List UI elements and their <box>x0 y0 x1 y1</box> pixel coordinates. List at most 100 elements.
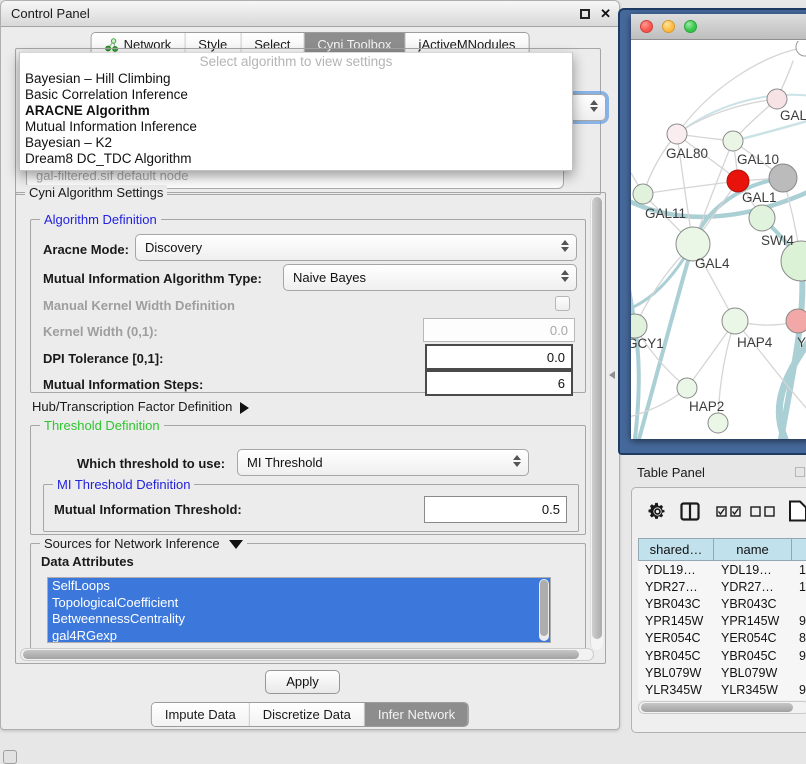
network-node-y[interactable] <box>786 309 806 333</box>
combo-arrows-icon <box>590 100 598 112</box>
network-node-gal11[interactable] <box>633 184 653 204</box>
tab-label: Impute Data <box>165 707 236 722</box>
table-row[interactable]: YBR045CYBR045C9. <box>638 647 806 664</box>
network-node[interactable] <box>796 41 806 56</box>
tab-label: Discretize Data <box>263 707 351 722</box>
network-node-gal[interactable] <box>767 89 787 109</box>
network-node-hap4[interactable] <box>722 308 748 334</box>
table-cell: 8. <box>792 631 806 645</box>
network-node-gal10[interactable] <box>723 131 743 151</box>
attribute-item-betweennesscentrality[interactable]: BetweennessCentrality <box>48 611 550 628</box>
column-header-a[interactable]: A <box>792 538 806 561</box>
unchecked-boxes-icon[interactable] <box>750 506 776 517</box>
table-cell: 9. <box>792 683 806 697</box>
zoom-traffic-light[interactable] <box>684 20 697 33</box>
column-header-name[interactable]: name <box>714 538 792 561</box>
control-panel-window: Control Panel ✕ NetworkStyleSelectCyni T… <box>0 0 620 730</box>
node-label-gal80: GAL80 <box>666 146 708 161</box>
table-row[interactable]: YDL19…YDL19…13 <box>638 561 806 578</box>
table-cell: YBL079W <box>714 666 792 680</box>
sources-title[interactable]: Sources for Network Inference <box>40 536 247 551</box>
expand-arrow-icon <box>240 402 249 414</box>
algorithm-option-basic-correlation-inference[interactable]: Basic Correlation Inference <box>20 87 572 103</box>
table-panel-float-icon[interactable] <box>795 467 805 477</box>
algorithm-option-bayesian-hill-climbing[interactable]: Bayesian – Hill Climbing <box>20 71 572 87</box>
tab-impute-data[interactable]: Impute Data <box>152 703 250 726</box>
table-row[interactable]: YER054CYER054C8. <box>638 630 806 647</box>
aracne-mode-combo[interactable]: Discovery <box>135 234 577 261</box>
gear-icon[interactable] <box>648 502 667 521</box>
tab-discretize-data[interactable]: Discretize Data <box>250 703 365 726</box>
table-row[interactable]: YBR043CYBR043C <box>638 595 806 612</box>
network-graph-canvas[interactable]: GALGAL80GAL10GAL1GAL11SWI4GAL4GCY1HAP4YH… <box>631 41 806 439</box>
table-row[interactable]: YDR27…YDR27…12 <box>638 578 806 595</box>
node-label-gal10: GAL10 <box>737 152 779 167</box>
attribute-item-topologicalcoefficient[interactable]: TopologicalCoefficient <box>48 595 550 612</box>
hub-definition-expander[interactable]: Hub/Transcription Factor Definition <box>32 399 249 414</box>
network-node-gcy1[interactable] <box>631 314 647 338</box>
control-panel-titlebar[interactable]: Control Panel ✕ <box>1 1 619 27</box>
network-node[interactable] <box>708 413 728 433</box>
apply-button[interactable]: Apply <box>265 670 340 694</box>
table-panel: shared…nameA YDL19…YDL19…13YDR27…YDR27…1… <box>631 487 806 733</box>
sources-groupbox: Sources for Network Inference Data Attri… <box>30 543 586 655</box>
network-node[interactable] <box>769 164 797 192</box>
table-row[interactable]: YBL079WYBL079W <box>638 664 806 681</box>
aracne-mode-value: Discovery <box>145 240 202 255</box>
table-cell: YDR27… <box>638 580 714 594</box>
which-threshold-label: Which threshold to use: <box>77 456 225 471</box>
algorithm-option-dream8-dc-tdc-algorithm[interactable]: Dream8 DC_TDC Algorithm <box>20 151 572 167</box>
network-node-gal80[interactable] <box>667 124 687 144</box>
settings-horizontal-scrollbar[interactable] <box>20 648 594 661</box>
mi-type-value: Naive Bayes <box>293 270 366 285</box>
table-row[interactable]: YPR145WYPR145W9. <box>638 613 806 630</box>
network-node-swi4[interactable] <box>749 205 775 231</box>
table-body: YDL19…YDL19…13YDR27…YDR27…12YBR043CYBR04… <box>638 561 806 700</box>
algorithm-option-bayesian-k2[interactable]: Bayesian – K2 <box>20 135 572 151</box>
network-node-hap2[interactable] <box>677 378 697 398</box>
network-window-titlebar[interactable] <box>631 14 806 40</box>
algorithm-option-mutual-information-inference[interactable]: Mutual Information Inference <box>20 119 572 135</box>
algorithm-option-list: Bayesian – Hill ClimbingBasic Correlatio… <box>20 71 572 167</box>
which-threshold-combo[interactable]: MI Threshold <box>237 449 529 476</box>
network-view-inner-window: GALGAL80GAL10GAL1GAL11SWI4GAL4GCY1HAP4YH… <box>631 14 806 439</box>
kernel-width-field[interactable]: 0.0 <box>423 318 575 342</box>
table-row[interactable]: YLR345WYLR345W9. <box>638 681 806 698</box>
dpi-tolerance-label: DPI Tolerance [0,1]: <box>43 351 163 366</box>
table-horizontal-scrollbar[interactable] <box>638 701 806 714</box>
close-traffic-light[interactable] <box>640 20 653 33</box>
table-cell: YBR045C <box>638 649 714 663</box>
settings-vertical-scrollbar[interactable] <box>590 196 603 650</box>
data-attributes-list[interactable]: SelfLoopsTopologicalCoefficientBetweenne… <box>47 577 551 643</box>
file-icon[interactable] <box>788 500 806 522</box>
attribute-item-gal4rgexp[interactable]: gal4RGexp <box>48 628 550 644</box>
table-cell: YBR043C <box>714 597 792 611</box>
minimize-traffic-light[interactable] <box>662 20 675 33</box>
network-node-gal1[interactable] <box>727 170 749 192</box>
mi-threshold-field[interactable]: 0.5 <box>424 496 567 523</box>
table-cell: YER054C <box>714 631 792 645</box>
table-cell: YLR345W <box>638 683 714 697</box>
node-label-gal: GAL <box>780 108 806 123</box>
manual-kernel-checkbox[interactable] <box>555 296 570 311</box>
panel-splitter-arrow[interactable] <box>609 371 615 379</box>
table-row[interactable]: YIL052CYIL052C9 <box>638 699 806 701</box>
split-columns-icon[interactable] <box>680 502 700 521</box>
mi-algorithm-type-combo[interactable]: Naive Bayes <box>283 264 577 291</box>
algorithm-option-aracne-algorithm[interactable]: ARACNE Algorithm <box>20 103 572 119</box>
mi-steps-field[interactable]: 6 <box>425 370 573 396</box>
attributes-scrollbar[interactable] <box>539 579 549 641</box>
attribute-item-selfloops[interactable]: SelfLoops <box>48 578 550 595</box>
column-header-shared-[interactable]: shared… <box>638 538 714 561</box>
node-label-gcy1: GCY1 <box>631 336 664 351</box>
combo-arrows-icon <box>513 455 521 467</box>
table-cell: YER054C <box>638 631 714 645</box>
mi-steps-label: Mutual Information Steps: <box>43 377 203 392</box>
float-window-icon[interactable] <box>580 9 590 19</box>
mi-threshold-label: Mutual Information Threshold: <box>54 502 242 517</box>
table-cell: YBR045C <box>714 649 792 663</box>
close-icon[interactable]: ✕ <box>600 6 611 22</box>
checked-boxes-icon[interactable] <box>716 506 742 517</box>
dpi-tolerance-field[interactable]: 0.0 <box>425 344 573 370</box>
tab-infer-network[interactable]: Infer Network <box>365 703 468 726</box>
